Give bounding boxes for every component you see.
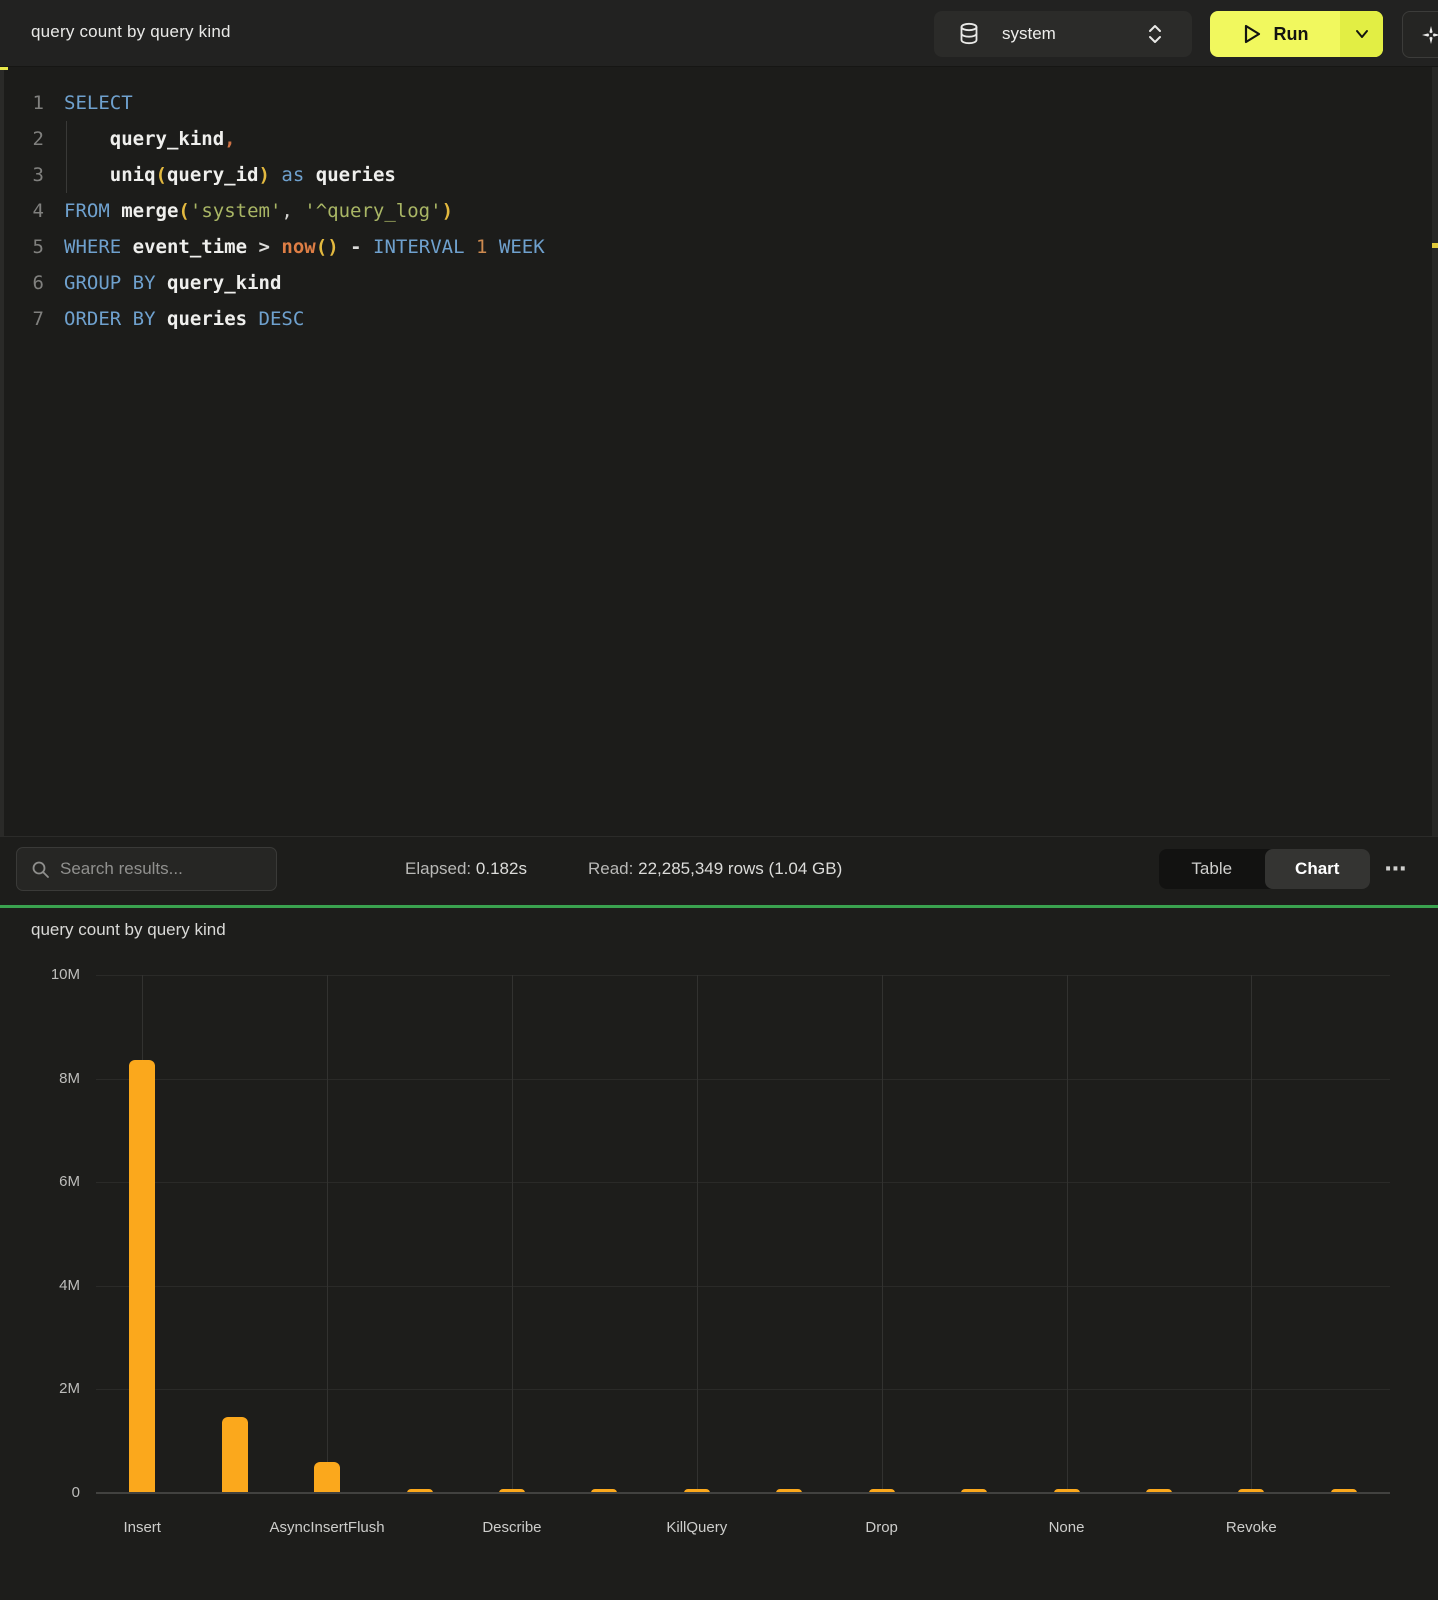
- database-selector[interactable]: system: [934, 11, 1192, 57]
- x-gridline: [327, 975, 328, 1493]
- sql-editor[interactable]: 1SELECT2 query_kind,3 uniq(query_id) as …: [0, 67, 1438, 836]
- code-line: 3 uniq(query_id) as queries: [0, 157, 1420, 193]
- run-options-button[interactable]: [1340, 11, 1383, 57]
- ai-sparkle-button[interactable]: [1402, 11, 1438, 58]
- chart-plot: [96, 975, 1390, 1493]
- play-icon: [1242, 23, 1262, 45]
- chart-bar: [222, 1417, 248, 1493]
- y-axis-tick-label: 10M: [10, 966, 80, 983]
- x-gridline: [1251, 975, 1252, 1493]
- x-axis-label: Drop: [865, 1519, 898, 1536]
- x-gridline: [882, 975, 883, 1493]
- line-number: 3: [0, 157, 44, 193]
- y-axis-tick-label: 8M: [10, 1070, 80, 1087]
- line-number: 4: [0, 193, 44, 229]
- x-axis-label: Insert: [123, 1519, 161, 1536]
- run-button-label: Run: [1274, 24, 1309, 45]
- x-axis-line: [96, 1492, 1390, 1494]
- line-number: 5: [0, 229, 44, 265]
- read-stat: Read: 22,285,349 rows (1.04 GB): [588, 859, 842, 879]
- elapsed-label: Elapsed:: [405, 859, 471, 878]
- results-toolbar: Elapsed: 0.182s Read: 22,285,349 rows (1…: [0, 836, 1438, 905]
- code-line: 6 GROUP BY query_kind: [0, 265, 1420, 301]
- x-axis-label: Describe: [482, 1519, 541, 1536]
- line-number: 1: [0, 85, 44, 121]
- code-text: query_kind,: [64, 121, 236, 157]
- tab-chart[interactable]: Chart: [1265, 849, 1371, 889]
- code-line: 7 ORDER BY queries DESC: [0, 301, 1420, 337]
- chart-title: query count by query kind: [31, 920, 226, 940]
- code-line: 1 SELECT: [0, 85, 1420, 121]
- code-text: SELECT: [64, 85, 133, 121]
- y-gridline: [96, 1182, 1390, 1183]
- line-number: 2: [0, 121, 44, 157]
- code-line: 4 FROM merge('system', '^query_log'): [0, 193, 1420, 229]
- sparkle-icon: [1419, 23, 1438, 47]
- code-text: ORDER BY queries DESC: [64, 301, 304, 337]
- elapsed-value: 0.182s: [476, 859, 527, 878]
- x-axis-label: Revoke: [1226, 1519, 1277, 1536]
- y-axis-tick-label: 4M: [10, 1277, 80, 1294]
- code-line: 5 WHERE event_time > now() - INTERVAL 1 W…: [0, 229, 1420, 265]
- y-axis-tick-label: 0: [10, 1484, 80, 1501]
- code-rows: 1SELECT2 query_kind,3 uniq(query_id) as …: [0, 85, 1420, 337]
- x-axis-label: KillQuery: [666, 1519, 727, 1536]
- view-toggle: Table Chart: [1159, 849, 1370, 889]
- x-axis-label: None: [1049, 1519, 1085, 1536]
- code-text: FROM merge('system', '^query_log'): [64, 193, 453, 229]
- query-title: query count by query kind: [31, 22, 231, 42]
- x-axis-label: AsyncInsertFlush: [270, 1519, 385, 1536]
- x-gridline: [512, 975, 513, 1493]
- more-menu-button[interactable]: ⋯: [1378, 851, 1414, 887]
- read-value: 22,285,349 rows (1.04 GB): [638, 859, 842, 878]
- code-text: GROUP BY query_kind: [64, 265, 281, 301]
- elapsed-stat: Elapsed: 0.182s: [405, 859, 527, 879]
- y-axis-tick-label: 2M: [10, 1380, 80, 1397]
- run-button-group: Run: [1210, 11, 1383, 57]
- editor-accent-marker: [0, 67, 8, 70]
- read-label: Read:: [588, 859, 633, 878]
- chart-panel: query count by query kind 0 2M 4M 6M 8M 10M In…: [0, 908, 1438, 1600]
- search-box: [16, 847, 277, 891]
- y-axis-tick-label: 6M: [10, 1173, 80, 1190]
- line-number: 7: [0, 301, 44, 337]
- chart-bar: [314, 1462, 340, 1493]
- chevron-down-icon: [1355, 29, 1369, 39]
- run-button[interactable]: Run: [1210, 11, 1340, 57]
- scroll-marker: [1432, 243, 1438, 248]
- x-gridline: [1067, 975, 1068, 1493]
- tab-table[interactable]: Table: [1159, 849, 1265, 889]
- database-selector-value: system: [1002, 24, 1056, 44]
- y-gridline: [96, 1079, 1390, 1080]
- y-gridline: [96, 1389, 1390, 1390]
- topbar: query count by query kind system Run: [0, 0, 1438, 67]
- chart-bar: [129, 1060, 155, 1493]
- y-gridline: [96, 975, 1390, 976]
- x-gridline: [697, 975, 698, 1493]
- search-input[interactable]: [60, 859, 260, 879]
- search-icon: [31, 860, 50, 879]
- code-text: uniq(query_id) as queries: [64, 157, 396, 193]
- line-number: 6: [0, 265, 44, 301]
- code-line: 2 query_kind,: [0, 121, 1420, 157]
- database-icon: [958, 22, 980, 46]
- select-updown-icon: [1146, 23, 1164, 45]
- code-text: WHERE event_time > now() - INTERVAL 1 WE…: [64, 229, 545, 265]
- y-gridline: [96, 1286, 1390, 1287]
